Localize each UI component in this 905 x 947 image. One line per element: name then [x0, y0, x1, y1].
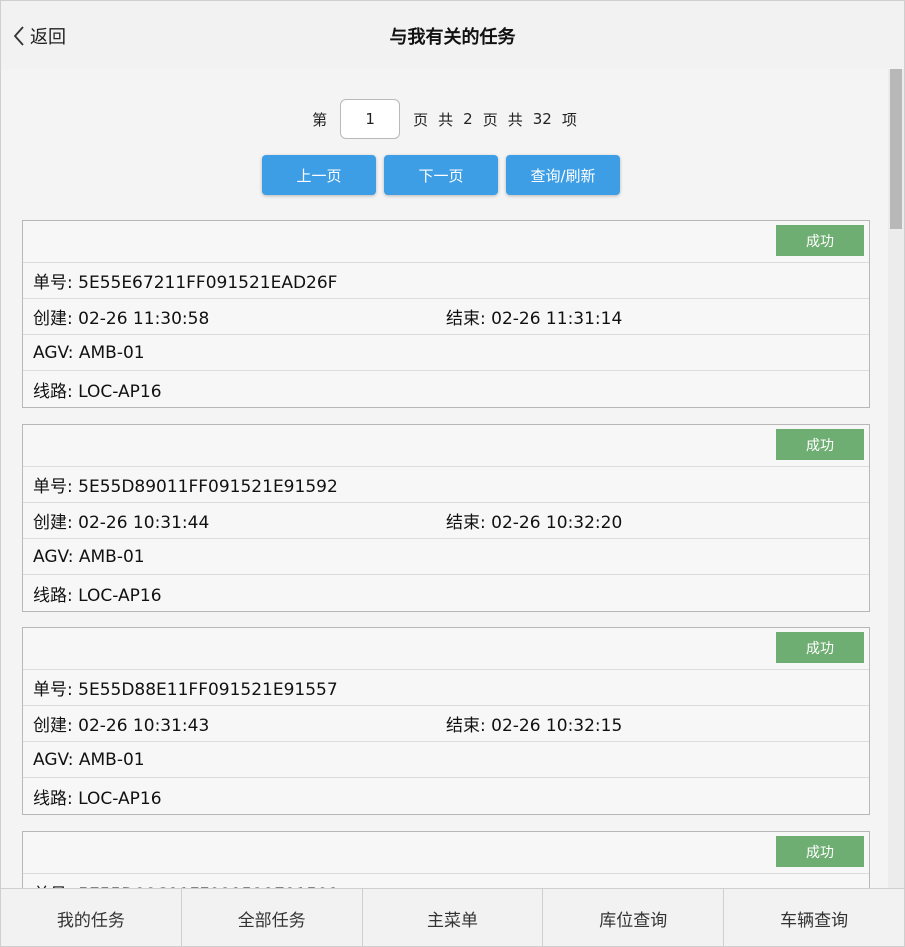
- pager-items-prefix: 共: [507, 110, 523, 129]
- pager-page-unit: 页: [413, 110, 429, 129]
- header-bar: 返回 与我有关的任务: [1, 1, 904, 69]
- status-badge: 成功: [776, 836, 864, 867]
- next-page-button[interactable]: 下一页: [384, 155, 498, 195]
- refresh-button[interactable]: 查询/刷新: [506, 155, 620, 195]
- task-created-time: 创建: 02-26 11:30:58: [33, 309, 210, 329]
- pager-buttons: 上一页 下一页 查询/刷新: [1, 155, 888, 195]
- page-title: 与我有关的任务: [389, 27, 516, 48]
- task-card[interactable]: 成功 单号: 5E55D89011FF091521E91592 创建: 02-2…: [22, 424, 870, 612]
- task-agv: AGV: AMB-01: [33, 342, 145, 363]
- task-agv: AGV: AMB-01: [33, 749, 145, 770]
- scrollbar-thumb[interactable]: [890, 69, 902, 229]
- status-badge: 成功: [776, 632, 864, 663]
- task-end-time: 结束: 02-26 10:32:15: [446, 716, 623, 736]
- pager-prefix: 第: [312, 110, 328, 129]
- pager-total-pages: 2: [463, 110, 473, 128]
- task-end-time: 结束: 02-26 10:32:20: [446, 513, 623, 533]
- app-frame: 返回 与我有关的任务 第 页 共 2 页 共 32 项 上一页 下一页 查询/刷…: [0, 0, 905, 947]
- pager-items-unit: 项: [561, 110, 577, 129]
- nav-my-tasks[interactable]: 我的任务: [1, 889, 182, 946]
- task-list-area: 第 页 共 2 页 共 32 项 上一页 下一页 查询/刷新 成功 单号: 5E…: [1, 69, 888, 889]
- task-created-time: 创建: 02-26 10:31:44: [33, 513, 210, 533]
- pager-total-pages-unit: 页: [482, 110, 498, 129]
- pager-total-items: 32: [532, 110, 552, 128]
- task-order-number: 单号: 5E55D88E11FF091521E91557: [33, 680, 338, 700]
- task-route: 线路: LOC-AP16: [33, 585, 162, 606]
- task-card[interactable]: 成功 单号: 5E55D88C11FF091521E91501: [22, 831, 870, 889]
- task-order-number: 单号: 5E55E67211FF091521EAD26F: [33, 273, 338, 293]
- pager-total-prefix: 共: [438, 110, 454, 129]
- task-order-number: 单号: 5E55D89011FF091521E91592: [33, 477, 338, 497]
- status-badge: 成功: [776, 225, 864, 256]
- task-card[interactable]: 成功 单号: 5E55E67211FF091521EAD26F 创建: 02-2…: [22, 220, 870, 408]
- vertical-scrollbar[interactable]: [888, 69, 904, 889]
- task-route: 线路: LOC-AP16: [33, 381, 162, 402]
- pagination: 第 页 共 2 页 共 32 项: [1, 99, 888, 139]
- task-card[interactable]: 成功 单号: 5E55D88E11FF091521E91557 创建: 02-2…: [22, 627, 870, 815]
- task-route: 线路: LOC-AP16: [33, 788, 162, 809]
- nav-all-tasks[interactable]: 全部任务: [182, 889, 363, 946]
- nav-vehicle-query[interactable]: 车辆查询: [724, 889, 904, 946]
- bottom-nav: 我的任务 全部任务 主菜单 库位查询 车辆查询: [1, 888, 904, 946]
- task-agv: AGV: AMB-01: [33, 546, 145, 567]
- prev-page-button[interactable]: 上一页: [262, 155, 376, 195]
- nav-main-menu[interactable]: 主菜单: [363, 889, 544, 946]
- nav-location-query[interactable]: 库位查询: [543, 889, 725, 946]
- task-end-time: 结束: 02-26 11:31:14: [446, 309, 623, 329]
- status-badge: 成功: [776, 429, 864, 460]
- page-number-input[interactable]: [340, 99, 401, 139]
- task-created-time: 创建: 02-26 10:31:43: [33, 716, 210, 736]
